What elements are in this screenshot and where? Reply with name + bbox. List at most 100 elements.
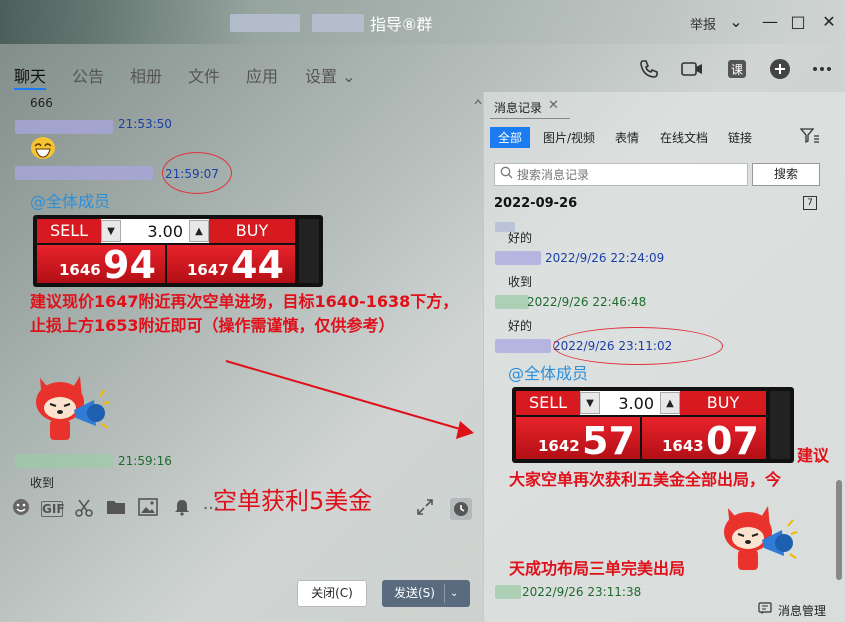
profit-annotation: 空单获利5美金 — [213, 487, 373, 515]
folder-icon[interactable] — [105, 498, 127, 520]
minimize-button[interactable]: — — [760, 12, 780, 32]
add-icon[interactable] — [768, 58, 792, 82]
group-title: 指导⑧群 — [370, 15, 433, 34]
screenshot-scissors-icon[interactable] — [73, 498, 95, 520]
buy-price: 1647 44 — [167, 243, 295, 287]
history-note-side: 建议 — [797, 446, 830, 465]
sell-price-pips: 94 — [103, 243, 156, 287]
tab-files[interactable]: 文件 — [188, 63, 220, 87]
svg-text:课: 课 — [731, 63, 743, 77]
fox-mascot-sticker — [718, 500, 798, 580]
search-icon — [500, 166, 513, 183]
filter-funnel-icon[interactable] — [799, 128, 820, 148]
close-window-button[interactable]: ✕ — [819, 12, 839, 32]
grin-emoji-icon — [30, 136, 56, 164]
window-menu-button[interactable]: ⌄ — [726, 12, 746, 32]
mention-all: @全体成员 — [30, 192, 111, 211]
filter-all[interactable]: 全部 — [490, 127, 531, 148]
history-note-bottom: 天成功布局三单完美出局 — [509, 559, 686, 578]
gif-icon[interactable]: GIF — [41, 501, 65, 517]
history-message-text: 好的 — [508, 319, 533, 333]
maximize-button[interactable]: □ — [788, 12, 808, 32]
chat-message-text: 收到 — [30, 476, 55, 490]
video-call-icon[interactable] — [680, 58, 704, 82]
message-manage-link[interactable]: 消息管理 — [778, 602, 826, 619]
quantity-stepper: ▼ 3.00 ▲ — [101, 219, 209, 243]
chat-scrollbar[interactable] — [474, 96, 482, 486]
bell-icon[interactable] — [171, 498, 193, 520]
history-clock-icon[interactable] — [450, 498, 472, 520]
search-button[interactable]: 搜索 — [752, 163, 820, 186]
message-manage-icon[interactable] — [758, 602, 772, 619]
expand-icon[interactable] — [414, 498, 436, 520]
red-arrow-annotation — [225, 360, 474, 439]
mention-all: @全体成员 — [508, 364, 589, 383]
quantity-value: 3.00 — [618, 393, 654, 413]
trade-widget-sidebar — [770, 391, 790, 459]
quantity-value: 3.00 — [147, 221, 183, 241]
voice-call-icon[interactable] — [637, 58, 661, 82]
send-button[interactable]: 发送(S) ⌄ — [382, 580, 470, 607]
blurred-title-part — [312, 14, 364, 32]
blurred-sender-name — [495, 339, 551, 353]
sell-price: 1642 57 — [516, 417, 640, 463]
calendar-icon[interactable]: 7 — [803, 196, 817, 210]
history-scrollbar[interactable] — [836, 480, 842, 580]
highlight-circle — [162, 152, 232, 194]
sell-price: 1646 94 — [37, 243, 165, 287]
search-input[interactable] — [517, 166, 742, 184]
history-tab-label[interactable]: 消息记录 — [494, 99, 542, 116]
history-note-line: 大家空单再次获利五美金全部出局，今 — [509, 470, 782, 489]
active-tab-indicator — [14, 88, 46, 90]
tab-announcement[interactable]: 公告 — [72, 63, 104, 87]
history-message-text: 好的 — [508, 231, 533, 245]
quantity-stepper: ▼ 3.00 ▲ — [580, 391, 680, 415]
filter-emoji[interactable]: 表情 — [615, 129, 639, 146]
chevron-down-icon: ▼ — [101, 220, 121, 242]
blurred-sender-name — [495, 585, 521, 599]
filter-docs[interactable]: 在线文档 — [660, 129, 708, 146]
sell-price-pips: 57 — [582, 419, 635, 463]
sell-label: SELL — [37, 219, 101, 243]
trade-widget-sidebar — [299, 219, 319, 283]
tab-album[interactable]: 相册 — [130, 63, 162, 87]
send-button-separator — [444, 584, 445, 603]
image-icon[interactable] — [137, 498, 159, 520]
close-button[interactable]: 关闭(C) — [297, 580, 367, 607]
history-timestamp: 2022/9/26 22:24:09 — [545, 251, 665, 265]
buy-label: BUY — [209, 219, 295, 243]
fox-mascot-sticker — [30, 370, 110, 450]
history-timestamp: 2022/9/26 22:46:48 — [527, 295, 647, 309]
chat-message-text: 666 — [30, 96, 53, 110]
class-icon[interactable]: 课 — [725, 58, 749, 82]
buy-price: 1643 07 — [642, 417, 766, 463]
history-timestamp: 2022/9/26 23:11:38 — [522, 585, 642, 599]
history-date-heading: 2022-09-26 — [494, 196, 578, 211]
close-icon[interactable]: ✕ — [548, 98, 559, 113]
buy-label: BUY — [680, 391, 766, 415]
filter-media[interactable]: 图片/视频 — [543, 129, 595, 146]
blurred-sender-name — [495, 251, 541, 265]
history-message-text: 收到 — [508, 275, 533, 289]
blurred-sender-name — [495, 295, 529, 309]
tab-chat[interactable]: 聊天 — [14, 63, 46, 87]
tab-apps[interactable]: 应用 — [246, 63, 278, 87]
emoji-icon[interactable] — [10, 498, 32, 520]
trade-advice-text: 建议现价1647附近再次空单进场，目标1640-1638下方，止损上方1653附… — [30, 292, 459, 335]
chevron-up-icon: ▲ — [660, 392, 680, 414]
buy-price-pips: 44 — [231, 243, 284, 287]
report-link[interactable]: 举报 — [690, 14, 716, 33]
tab-bar: 聊天 公告 相册 文件 应用 设置 ⌄ — [0, 44, 845, 92]
trade-widget-image: SELL ▼ 3.00 ▲ BUY 1642 57 1643 07 — [512, 387, 794, 463]
tab-settings[interactable]: 设置 ⌄ — [305, 63, 356, 87]
filter-links[interactable]: 链接 — [728, 129, 752, 146]
sell-price-prefix: 1642 — [538, 437, 580, 455]
chevron-down-icon[interactable]: ⌄ — [450, 580, 458, 607]
more-icon[interactable] — [810, 58, 834, 82]
buy-price-pips: 07 — [706, 419, 759, 463]
history-tab-underline — [490, 118, 570, 119]
buy-price-prefix: 1643 — [662, 437, 704, 455]
sell-price-prefix: 1646 — [59, 261, 101, 279]
blurred-sender-name — [15, 166, 153, 180]
history-search-box[interactable] — [494, 163, 748, 186]
